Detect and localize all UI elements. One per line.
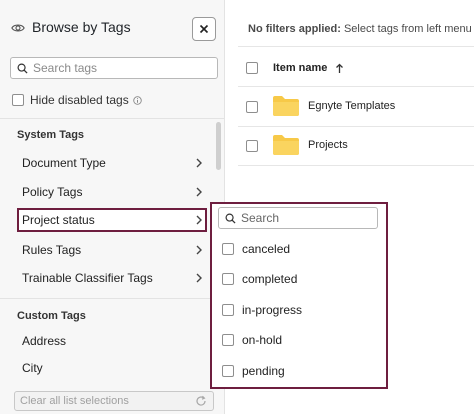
project-status-values-popup: canceled completed in-progress on-hold p…: [210, 202, 388, 389]
filter-status-hint: Select tags from left menu: [340, 23, 472, 35]
browse-by-tags-panel: Browse by Tags Hide disabled tags System…: [0, 0, 225, 414]
tag-item-project-status[interactable]: Project status: [17, 208, 207, 232]
folder-icon: [273, 96, 299, 116]
table-row[interactable]: Projects: [238, 127, 474, 165]
file-name[interactable]: Projects: [308, 139, 348, 151]
table-divider: [238, 165, 474, 166]
tag-item-city[interactable]: City: [22, 361, 43, 375]
option-checkbox[interactable]: [222, 273, 234, 285]
clear-all-selections-button[interactable]: Clear all list selections: [14, 391, 214, 411]
close-icon: [199, 24, 209, 34]
option-canceled[interactable]: canceled: [222, 241, 290, 257]
row-checkbox[interactable]: [246, 140, 258, 152]
option-completed[interactable]: completed: [222, 271, 297, 287]
filter-status-text: No filters applied: Select tags from lef…: [248, 23, 472, 35]
hide-disabled-label: Hide disabled tags: [30, 93, 129, 107]
hide-disabled-row[interactable]: Hide disabled tags: [12, 93, 142, 107]
folder-icon: [273, 135, 299, 155]
info-icon[interactable]: [133, 95, 142, 105]
select-all-checkbox[interactable]: [246, 62, 258, 74]
table-divider: [238, 46, 474, 47]
option-label: pending: [242, 364, 285, 378]
table-row[interactable]: Egnyte Templates: [238, 88, 474, 126]
chevron-right-icon: [196, 215, 202, 225]
panel-header: Browse by Tags: [0, 0, 225, 52]
item-name-column-header[interactable]: Item name: [273, 62, 344, 74]
chevron-right-icon: [196, 187, 202, 197]
tag-item-address[interactable]: Address: [22, 334, 66, 348]
divider: [0, 118, 225, 119]
search-icon: [225, 213, 236, 224]
eye-icon: [11, 24, 25, 32]
tag-item-document-type[interactable]: Document Type: [17, 151, 207, 175]
popup-search-input[interactable]: [241, 210, 373, 226]
option-pending[interactable]: pending: [222, 363, 285, 379]
tag-item-label: Document Type: [22, 156, 106, 170]
column-header-label: Item name: [273, 62, 328, 74]
tag-item-policy-tags[interactable]: Policy Tags: [17, 180, 207, 204]
sort-up-icon: [336, 63, 344, 73]
option-checkbox[interactable]: [222, 365, 234, 377]
search-tags-field[interactable]: [10, 57, 218, 79]
tag-item-label: Policy Tags: [22, 185, 83, 199]
tag-item-rules-tags[interactable]: Rules Tags: [17, 238, 207, 262]
tag-item-label: Trainable Classifier Tags: [22, 271, 153, 285]
close-panel-button[interactable]: [192, 17, 216, 41]
option-label: completed: [242, 272, 298, 286]
chevron-right-icon: [196, 273, 202, 283]
system-tags-title: System Tags: [17, 129, 85, 141]
custom-tags-title: Custom Tags: [17, 310, 86, 322]
table-divider: [238, 86, 474, 87]
chevron-right-icon: [196, 158, 202, 168]
panel-title: Browse by Tags: [32, 19, 131, 35]
option-on-hold[interactable]: on-hold: [222, 332, 282, 348]
option-checkbox[interactable]: [222, 304, 234, 316]
clear-all-label: Clear all list selections: [20, 395, 129, 407]
hide-disabled-checkbox[interactable]: [12, 94, 24, 106]
refresh-icon: [196, 395, 206, 406]
option-checkbox[interactable]: [222, 243, 234, 255]
filter-status-bold: No filters applied:: [248, 23, 341, 35]
search-tags-input[interactable]: [33, 60, 213, 76]
popup-search-field[interactable]: [218, 207, 378, 229]
option-label: in-progress: [242, 303, 303, 317]
file-name[interactable]: Egnyte Templates: [308, 100, 395, 112]
option-checkbox[interactable]: [222, 334, 234, 346]
tag-item-label: Project status: [22, 213, 95, 227]
tag-item-label: Rules Tags: [22, 243, 82, 257]
divider: [0, 298, 225, 299]
tag-list-scrollbar[interactable]: [216, 122, 221, 170]
option-label: canceled: [242, 242, 291, 256]
row-checkbox[interactable]: [246, 101, 258, 113]
option-in-progress[interactable]: in-progress: [222, 302, 302, 318]
option-label: on-hold: [242, 333, 283, 347]
chevron-right-icon: [196, 245, 202, 255]
tag-item-trainable-classifier-tags[interactable]: Trainable Classifier Tags: [17, 266, 207, 290]
search-icon: [17, 63, 28, 74]
